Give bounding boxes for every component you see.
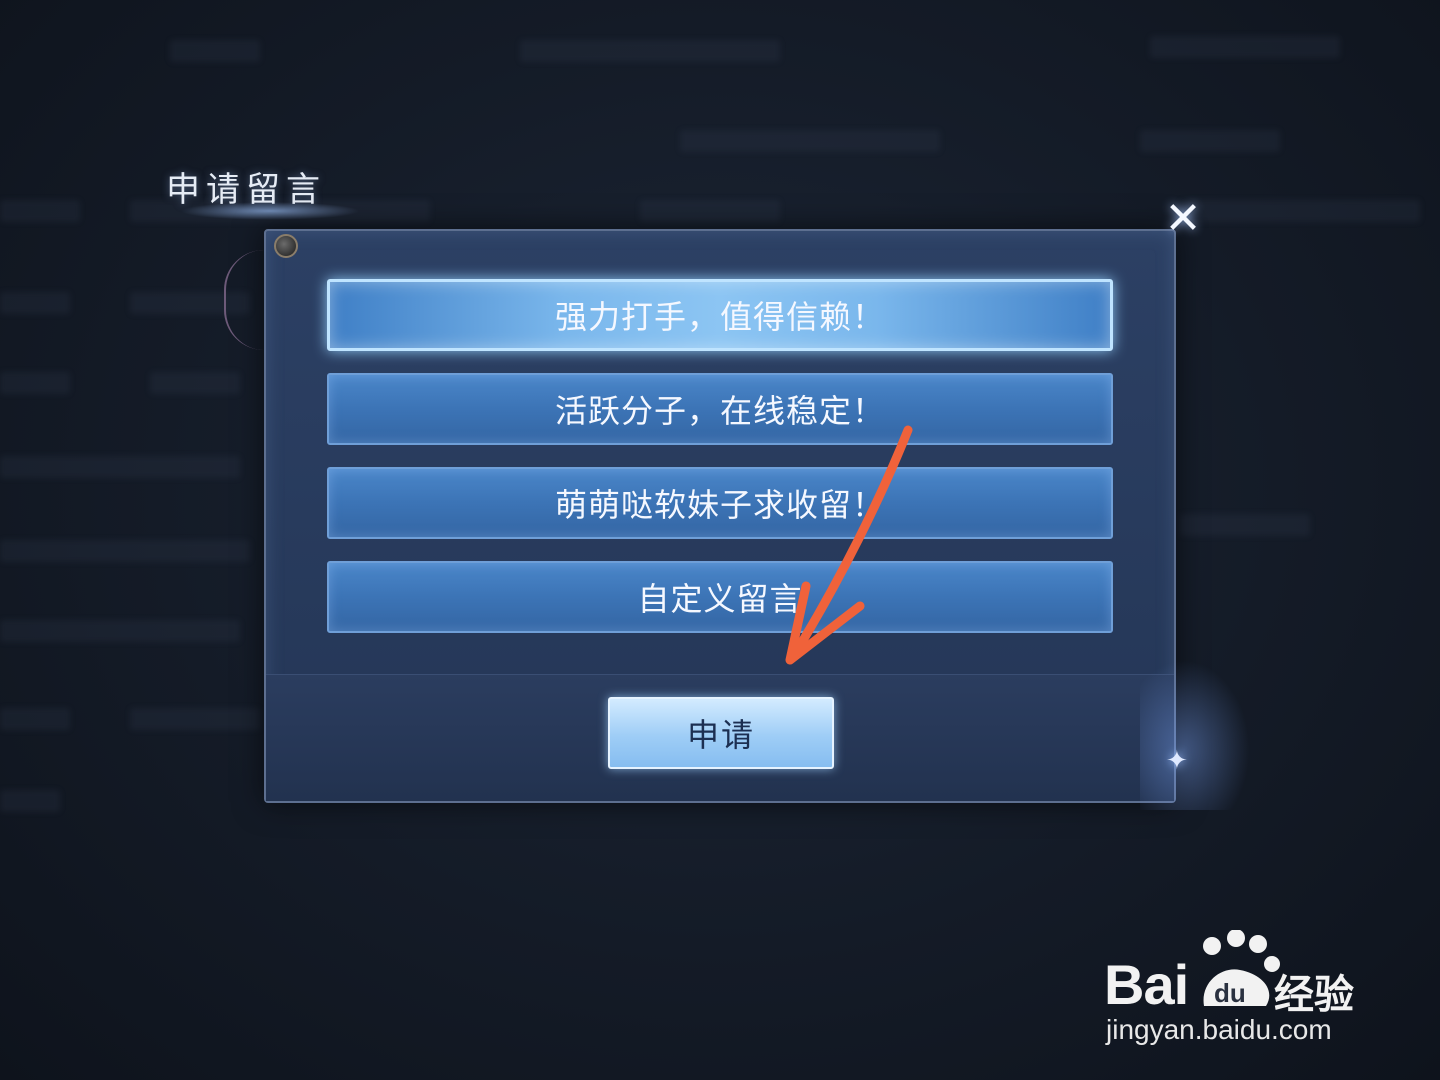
watermark-url: jingyan.baidu.com: [1106, 1014, 1332, 1045]
apply-button[interactable]: 申请: [608, 697, 834, 769]
message-option-label: 活跃分子，在线稳定！: [554, 392, 885, 430]
paw-icon: du: [1203, 930, 1280, 1008]
message-option-label: 自定义留言: [637, 580, 803, 618]
title-decoration: [180, 202, 360, 220]
message-option-1[interactable]: 强力打手，值得信赖！: [327, 279, 1113, 351]
message-dialog: 强力打手，值得信赖！ 活跃分子，在线稳定！ 萌萌哒软妹子求收留！ 自定义留言 申…: [264, 229, 1176, 803]
watermark-product: 经验: [1274, 972, 1354, 1018]
watermark-brand: Bai: [1104, 953, 1189, 1016]
sparkle-icon: ✦: [1166, 746, 1188, 776]
close-icon[interactable]: ✕: [1158, 196, 1208, 242]
custom-message-option[interactable]: 自定义留言: [327, 561, 1113, 633]
corner-glow-decoration: [1140, 660, 1250, 810]
baidu-jingyan-watermark: Bai du 经验 jingyan.baidu.com: [1104, 930, 1374, 1060]
watermark-paw-text: du: [1214, 978, 1246, 1008]
pin-icon: [274, 234, 298, 258]
message-option-2[interactable]: 活跃分子，在线稳定！: [327, 373, 1113, 445]
message-option-3[interactable]: 萌萌哒软妹子求收留！: [327, 467, 1113, 539]
message-option-label: 萌萌哒软妹子求收留！: [554, 486, 885, 524]
message-option-label: 强力打手，值得信赖！: [554, 298, 885, 336]
